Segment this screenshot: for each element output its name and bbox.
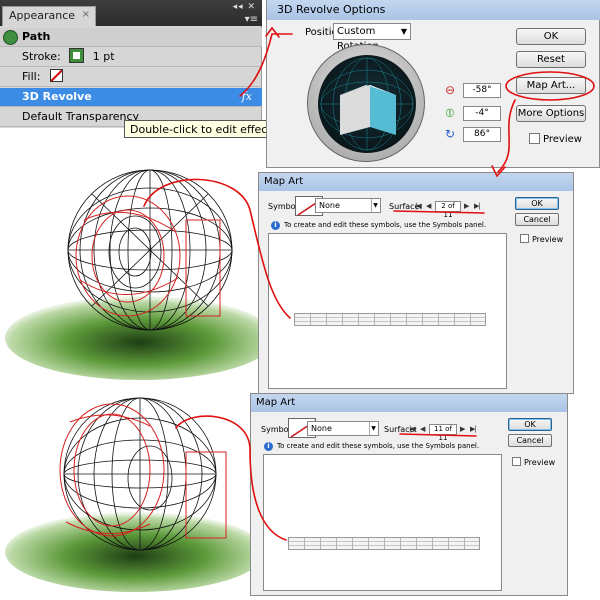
surface-map-strip[interactable] [294, 313, 486, 326]
preview-checkbox[interactable]: Preview [520, 234, 563, 244]
close-icon[interactable]: × [82, 9, 90, 20]
map-art-canvas[interactable] [263, 454, 502, 591]
tab-appearance[interactable]: Appearance × [2, 6, 97, 26]
grass-ground [5, 512, 250, 592]
symbol-select[interactable]: None ▼ [307, 421, 379, 436]
info-text: To create and edit these symbols, use th… [284, 221, 487, 229]
checkbox-icon [520, 234, 529, 243]
preview-checkbox[interactable]: Preview [529, 133, 582, 145]
transparency-label: Default Transparency [22, 110, 140, 123]
prev-surface-button[interactable]: ◀ [426, 202, 431, 210]
info-message: i To create and edit these symbols, use t… [264, 442, 479, 451]
stroke-weight: 1 pt [92, 50, 115, 63]
first-surface-button[interactable]: |◀ [415, 202, 422, 210]
stroke-swatch[interactable] [69, 48, 85, 63]
fill-none-swatch[interactable] [49, 69, 63, 82]
path-thumbnail-icon [3, 30, 18, 45]
cancel-button[interactable]: Cancel [515, 213, 559, 226]
map-art-button[interactable]: Map Art... [516, 77, 586, 94]
dialog-title: 3D Revolve Options [267, 0, 600, 20]
map-art-dialog-2: Map Art Symbol: None ▼ Surface: |◀ ◀ 11 … [250, 393, 568, 596]
symbol-value: None [319, 201, 340, 210]
info-message: i To create and edit these symbols, use t… [271, 221, 486, 230]
stroke-label: Stroke: [22, 50, 61, 63]
effect-label[interactable]: 3D Revolve [22, 90, 92, 103]
chevron-down-icon: ▼ [371, 199, 379, 212]
fill-label: Fill: [22, 70, 41, 83]
symbol-value: None [311, 424, 332, 433]
next-surface-button[interactable]: ▶ [464, 202, 469, 210]
rotation-y-field[interactable]: -4° [463, 106, 501, 121]
last-surface-button[interactable]: ▶| [474, 202, 481, 210]
info-icon: i [264, 442, 273, 451]
surface-map-strip[interactable] [288, 537, 480, 550]
rotate-y-icon: ⦶ [445, 106, 455, 120]
cube-face-right [370, 85, 396, 135]
cube-face-left [340, 85, 370, 135]
rotate-z-icon: ↻ [444, 127, 456, 141]
fx-icon[interactable]: fx [242, 88, 252, 106]
map-art-dialog-1: Map Art Symbol: None ▼ Surface: |◀ ◀ 2 o… [258, 172, 574, 394]
rotation-z-field[interactable]: 86° [463, 127, 501, 142]
panel-controls-icon[interactable]: ◂◂ ✕ [233, 2, 256, 12]
wireframe-scene-top [5, 169, 262, 380]
info-icon: i [271, 221, 280, 230]
dialog-title: Map Art [251, 394, 567, 412]
map-art-canvas[interactable] [268, 233, 507, 389]
cancel-button[interactable]: Cancel [508, 434, 552, 447]
rotation-track-cube[interactable] [307, 44, 425, 162]
last-surface-button[interactable]: ▶| [470, 425, 477, 433]
ok-button[interactable]: OK [515, 197, 559, 210]
rotate-x-icon: ⊖ [444, 83, 456, 97]
appearance-row-stroke[interactable]: Stroke: 1 pt [0, 48, 262, 67]
cube-preview[interactable] [318, 55, 416, 153]
edit-effect-tooltip: Double-click to edit effect [124, 120, 278, 138]
dialog-title: Map Art [259, 173, 573, 191]
appearance-tab-bar: Appearance × ◂◂ ✕ ▾≡ [0, 0, 262, 26]
chevron-down-icon: ▼ [400, 27, 407, 36]
ok-button[interactable]: OK [508, 418, 552, 431]
path-label: Path [22, 30, 51, 43]
ok-button[interactable]: OK [516, 28, 586, 45]
preview-label: Preview [532, 235, 564, 244]
3d-revolve-dialog: 3D Revolve Options Position: Custom Rota… [266, 0, 600, 168]
panel-menu-icon[interactable]: ▾≡ [245, 14, 258, 25]
symbol-select[interactable]: None ▼ [315, 198, 381, 213]
grass-ground [5, 296, 262, 380]
appearance-row-fill[interactable]: Fill: [0, 68, 262, 87]
appearance-panel: Appearance × ◂◂ ✕ ▾≡ Path Stroke: 1 pt F… [0, 0, 262, 128]
info-text: To create and edit these symbols, use th… [277, 442, 480, 450]
wireframe-scene-bottom [5, 397, 250, 592]
checkbox-icon [512, 457, 521, 466]
chevron-down-icon: ▼ [369, 422, 377, 435]
first-surface-button[interactable]: |◀ [409, 425, 416, 433]
surface-field[interactable]: 11 of 11 [429, 424, 457, 442]
surface-field[interactable]: 2 of 11 [435, 201, 461, 219]
checkbox-icon [529, 133, 540, 144]
preview-checkbox[interactable]: Preview [512, 457, 555, 467]
more-options-button[interactable]: More Options [516, 105, 586, 122]
position-select[interactable]: Custom Rotation ▼ [333, 23, 411, 52]
cube-preview-graphic [320, 57, 414, 151]
tab-appearance-label: Appearance [9, 9, 76, 22]
reset-button[interactable]: Reset [516, 51, 586, 68]
appearance-row-3d-revolve[interactable]: 3D Revolve fx [0, 88, 262, 107]
preview-label: Preview [543, 134, 582, 145]
prev-surface-button[interactable]: ◀ [420, 425, 425, 433]
rotation-x-field[interactable]: -58° [463, 83, 501, 98]
appearance-row-path[interactable]: Path [0, 28, 262, 47]
preview-label: Preview [524, 458, 556, 467]
next-surface-button[interactable]: ▶ [460, 425, 465, 433]
